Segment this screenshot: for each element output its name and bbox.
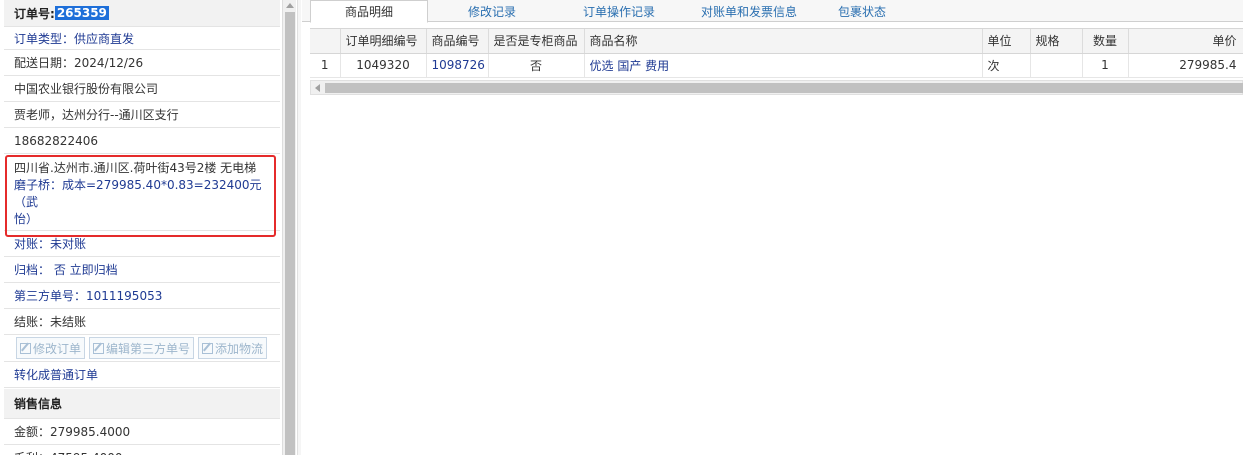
col-header-spec[interactable]: 规格 <box>1030 29 1083 54</box>
col-header-product-no[interactable]: 商品编号 <box>426 29 489 54</box>
archive-status[interactable]: 归档： 否 立即归档 <box>4 257 280 283</box>
panel-splitter[interactable] <box>297 0 301 455</box>
tab-operation-records[interactable]: 订单操作记录 <box>564 0 674 22</box>
sales-section-heading: 销售信息 <box>4 389 280 419</box>
scrollbar-thumb[interactable] <box>285 12 295 455</box>
contact-person: 贾老师，达州分行--通川区支行 <box>4 102 280 128</box>
cost-note-line1: 磨子桥：成本=279985.40*0.83=232400元（武 <box>14 178 262 209</box>
order-number-row: 订单号: 265359 <box>4 0 280 27</box>
cell-quantity: 1 <box>1082 53 1129 78</box>
phone-number: 18682822406 <box>4 128 280 154</box>
tab-bar: 商品明细 修改记录 订单操作记录 对账单和发票信息 包裹状态 <box>302 0 1243 23</box>
tab-package-status[interactable]: 包裹状态 <box>822 0 902 22</box>
settle-status: 结账：未结账 <box>4 309 280 335</box>
cell-counter-flag: 否 <box>488 53 585 78</box>
edit-third-party-button[interactable]: 编辑第三方单号 <box>89 337 195 359</box>
product-grid: 订单明细编号 商品编号 是否是专柜商品 商品名称 单位 规格 数量 单价 1 1… <box>310 28 1243 78</box>
scrollbar-thumb[interactable] <box>325 83 1243 93</box>
third-party-number[interactable]: 第三方单号：1011195053 <box>4 283 280 309</box>
col-header-unit[interactable]: 单位 <box>982 29 1031 54</box>
left-scrollbar[interactable] <box>282 0 296 455</box>
sales-amount: 金额：279985.4000 <box>4 419 280 445</box>
cell-detail-no: 1049320 <box>340 53 427 78</box>
order-number-label: 订单号: <box>14 6 55 21</box>
col-header-counter-flag[interactable]: 是否是专柜商品 <box>488 29 585 54</box>
cell-unit: 次 <box>982 53 1031 78</box>
tab-product-details[interactable]: 商品明细 <box>310 0 428 23</box>
edit-icon <box>93 342 105 354</box>
cell-unit-price: 279985.4 <box>1128 53 1243 78</box>
add-logistics-button[interactable]: 添加物流 <box>198 337 268 359</box>
col-header-quantity[interactable]: 数量 <box>1082 29 1129 54</box>
grid-header-row: 订单明细编号 商品编号 是否是专柜商品 商品名称 单位 规格 数量 单价 <box>310 29 1243 54</box>
cell-product-no[interactable]: 1098726 <box>426 53 489 78</box>
cell-index: 1 <box>310 53 341 78</box>
edit-icon <box>20 342 31 354</box>
col-header-detail-no[interactable]: 订单明细编号 <box>340 29 427 54</box>
col-header-index <box>310 29 341 54</box>
edit-order-button[interactable]: 修改订单 <box>16 337 86 359</box>
sales-profit: 毛利：47595.4000 <box>4 445 280 455</box>
action-buttons-row: 修改订单 编辑第三方单号 添加物流 <box>4 335 280 362</box>
cost-note-line2: 怡） <box>4 206 280 231</box>
tab-statement-invoice[interactable]: 对账单和发票信息 <box>684 0 814 22</box>
order-number-value[interactable]: 265359 <box>54 6 109 20</box>
order-type: 订单类型：供应商直发 <box>4 27 280 50</box>
col-header-product-name[interactable]: 商品名称 <box>584 29 983 54</box>
delivery-date: 配送日期：2024/12/26 <box>4 50 280 76</box>
cell-spec <box>1030 53 1083 78</box>
convert-order-link[interactable]: 转化成普通订单 <box>4 362 280 388</box>
tab-modify-records[interactable]: 修改记录 <box>442 0 542 22</box>
grid-horizontal-scrollbar[interactable] <box>310 80 1243 95</box>
edit-icon <box>202 342 214 354</box>
details-panel: 商品明细 修改记录 订单操作记录 对账单和发票信息 包裹状态 订单明细编号 商品… <box>302 0 1243 455</box>
table-row[interactable]: 1 1049320 1098726 否 优选 国产 费用 次 1 279985.… <box>310 53 1243 78</box>
reconcile-status[interactable]: 对账：未对账 <box>4 231 280 257</box>
scroll-up-arrow-icon[interactable] <box>286 3 294 8</box>
order-info-panel: 订单号: 265359 订单类型：供应商直发 配送日期：2024/12/26 中… <box>0 0 282 455</box>
company-name: 中国农业银行股份有限公司 <box>4 76 280 102</box>
col-header-unit-price[interactable]: 单价 <box>1128 29 1243 54</box>
scroll-left-arrow-icon[interactable] <box>315 84 320 92</box>
cell-product-name[interactable]: 优选 国产 费用 <box>584 53 983 78</box>
